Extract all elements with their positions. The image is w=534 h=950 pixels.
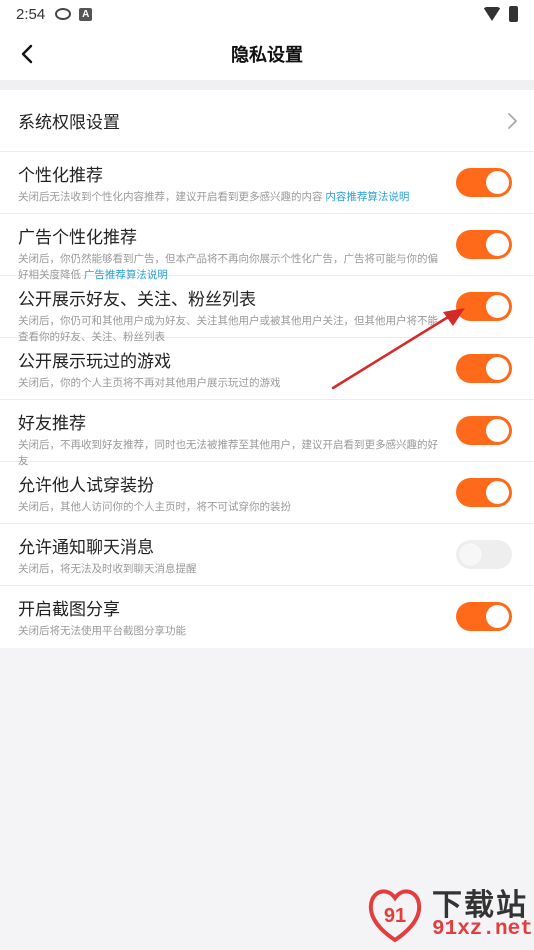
status-bar: 2:54 A [0, 0, 534, 28]
setting-row-ad-personalized: 广告个性化推荐 关闭后，你仍然能够看到广告，但本产品将不再向你展示个性化广告，广… [0, 214, 534, 281]
setting-description: 关闭后，其他人访问你的个人主页时，将不可试穿你的装扮 [18, 501, 291, 513]
toggle-switch[interactable] [456, 540, 512, 569]
system-permission-label: 系统权限设置 [18, 113, 120, 132]
chevron-right-icon [508, 113, 517, 129]
setting-title: 广告个性化推荐 [18, 228, 137, 247]
battery-icon [509, 6, 518, 22]
toggle-switch[interactable] [456, 416, 512, 445]
watermark-logo-icon: 91 [368, 889, 422, 943]
setting-description: 关闭后无法收到个性化内容推荐，建议开启看到更多感兴趣的内容 内容推荐算法说明 [18, 191, 410, 203]
settings-card: 系统权限设置 个性化推荐 关闭后无法收到个性化内容推荐，建议开启看到更多感兴趣的… [0, 90, 534, 648]
toggle-knob [459, 543, 482, 566]
toggle-knob [486, 605, 509, 628]
toggle-knob [486, 295, 509, 318]
toggle-knob [486, 357, 509, 380]
section-divider [0, 80, 534, 90]
setting-title: 个性化推荐 [18, 166, 103, 185]
wifi-icon [483, 7, 501, 21]
setting-title: 公开展示好友、关注、粉丝列表 [18, 290, 256, 309]
setting-title: 公开展示玩过的游戏 [18, 352, 171, 371]
navigation-bar: 隐私设置 [0, 28, 534, 80]
watermark: 91 下载站 91xz.net [362, 878, 533, 948]
setting-row-try-on-outfit: 允许他人试穿装扮 关闭后，其他人访问你的个人主页时，将不可试穿你的装扮 [0, 462, 534, 524]
status-time: 2:54 [16, 5, 46, 23]
toggle-knob [486, 233, 509, 256]
toggle-switch[interactable] [456, 230, 512, 259]
system-permission-row[interactable]: 系统权限设置 [0, 90, 534, 152]
svg-text:91: 91 [384, 905, 406, 927]
back-arrow-icon[interactable] [14, 40, 42, 68]
setting-title: 开启截图分享 [18, 600, 120, 619]
setting-description: 关闭后，将无法及时收到聊天消息提醒 [18, 563, 197, 575]
toggle-switch[interactable] [456, 602, 512, 631]
weibo-icon [55, 8, 72, 20]
toggle-knob [486, 481, 509, 504]
setting-row-public-friends: 公开展示好友、关注、粉丝列表 关闭后，你仍可和其他用户成为好友、关注其他用户或被… [0, 276, 534, 343]
setting-title: 允许他人试穿装扮 [18, 476, 154, 495]
setting-title: 好友推荐 [18, 414, 86, 433]
watermark-url: 91xz.net [432, 918, 533, 941]
toggle-switch[interactable] [456, 478, 512, 507]
toggle-switch[interactable] [456, 354, 512, 383]
setting-title: 允许通知聊天消息 [18, 538, 154, 557]
toggle-switch[interactable] [456, 168, 512, 197]
toggle-knob [486, 171, 509, 194]
page-title: 隐私设置 [231, 45, 303, 65]
content-algorithm-link[interactable]: 内容推荐算法说明 [325, 191, 409, 203]
app-a-icon: A [79, 7, 93, 21]
setting-description: 关闭后，你的个人主页将不再对其他用户展示玩过的游戏 [18, 377, 281, 389]
setting-row-personalized-recommend: 个性化推荐 关闭后无法收到个性化内容推荐，建议开启看到更多感兴趣的内容 内容推荐… [0, 152, 534, 214]
setting-row-public-games: 公开展示玩过的游戏 关闭后，你的个人主页将不再对其他用户展示玩过的游戏 [0, 338, 534, 400]
setting-description: 关闭后将无法使用平台截图分享功能 [18, 625, 186, 637]
setting-row-chat-notification: 允许通知聊天消息 关闭后，将无法及时收到聊天消息提醒 [0, 524, 534, 586]
setting-row-friend-recommend: 好友推荐 关闭后，不再收到好友推荐，同时也无法被推荐至其他用户，建议开启看到更多… [0, 400, 534, 467]
toggle-knob [486, 419, 509, 442]
toggle-switch[interactable] [456, 292, 512, 321]
setting-row-screenshot-share: 开启截图分享 关闭后将无法使用平台截图分享功能 [0, 586, 534, 648]
